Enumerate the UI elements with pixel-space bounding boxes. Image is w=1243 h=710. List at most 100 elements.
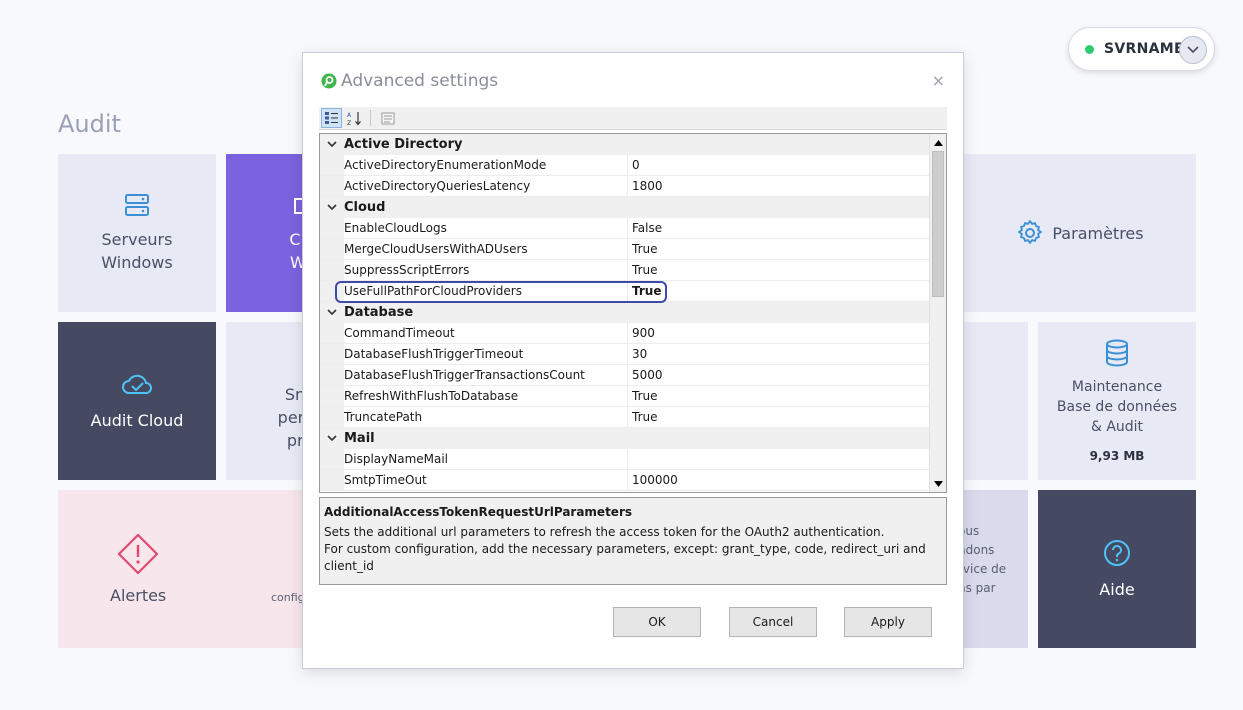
svg-text:A: A (347, 112, 352, 119)
category-name: Cloud (344, 200, 386, 215)
row-gutter (320, 239, 344, 259)
svg-text:Z: Z (347, 120, 351, 126)
tile-audit-cloud[interactable]: Audit Cloud (58, 322, 216, 480)
vertical-scrollbar[interactable] (929, 134, 946, 492)
property-value[interactable]: 30 (628, 347, 929, 361)
property-grid-toolbar: A Z (319, 107, 947, 130)
tile-label: Audit Cloud (90, 410, 184, 430)
tile-label: & Audit (1090, 419, 1144, 435)
property-value[interactable]: True (628, 284, 929, 298)
server-status-dot (1085, 44, 1094, 54)
tile-aide[interactable]: Aide (1038, 490, 1196, 648)
collapse-chevron-icon[interactable] (320, 309, 344, 316)
row-gutter (320, 365, 344, 385)
dialog-title: Advanced settings (341, 71, 499, 91)
description-line: Sets the additional url parameters to re… (324, 525, 885, 539)
description-line: For custom configuration, add the necess… (324, 542, 926, 573)
row-gutter (320, 386, 344, 406)
property-row[interactable]: DisplayNameMail (320, 449, 929, 470)
tile-parametres[interactable]: Paramètres (964, 154, 1196, 312)
database-icon (1106, 339, 1128, 367)
scroll-down-icon[interactable] (930, 475, 946, 492)
scroll-thumb[interactable] (932, 151, 944, 297)
row-gutter (320, 155, 344, 175)
row-gutter (320, 323, 344, 343)
categorized-view-icon[interactable] (321, 108, 342, 128)
tile-label: Maintenance (1071, 379, 1163, 395)
property-row[interactable]: EnableCloudLogs False (320, 218, 929, 239)
property-row[interactable]: ActiveDirectoryQueriesLatency 1800 (320, 176, 929, 197)
scroll-up-icon[interactable] (930, 134, 946, 151)
database-size: 9,93 MB (1089, 449, 1145, 463)
row-gutter (320, 281, 344, 301)
property-row[interactable]: MergeCloudUsersWithADUsers True (320, 239, 929, 260)
property-name: RefreshWithFlushToDatabase (344, 386, 628, 406)
toolbar-separator (370, 110, 371, 126)
property-value[interactable]: 100000 (628, 473, 929, 487)
property-row[interactable]: ActiveDirectoryEnumerationMode 0 (320, 155, 929, 176)
property-grid: Active Directory ActiveDirectoryEnumerati… (319, 133, 947, 493)
tile-label: Aide (1099, 579, 1135, 599)
cloud-check-icon (122, 374, 152, 394)
help-icon (1104, 539, 1130, 566)
ok-button[interactable]: OK (613, 607, 701, 637)
chevron-down-icon[interactable] (1179, 36, 1207, 64)
tile-label: Base de données (1056, 399, 1178, 415)
property-row[interactable]: SmtpTimeOut 100000 (320, 470, 929, 491)
property-name: DatabaseFlushTriggerTransactionsCount (344, 365, 628, 385)
property-row[interactable]: DatabaseFlushTriggerTransactionsCount 500… (320, 365, 929, 386)
description-title: AdditionalAccessTokenRequestUrlParameter… (324, 505, 633, 519)
property-value[interactable]: True (628, 410, 929, 424)
property-name: ActiveDirectoryEnumerationMode (344, 155, 628, 175)
property-value[interactable]: 1800 (628, 179, 929, 193)
property-row[interactable]: UseFullPathForCloudProviders True (320, 281, 929, 303)
cancel-button[interactable]: Cancel (729, 607, 817, 637)
row-gutter (320, 260, 344, 280)
property-row[interactable]: TruncatePath True (320, 407, 929, 428)
collapse-chevron-icon[interactable] (320, 204, 344, 211)
property-value[interactable]: True (628, 242, 929, 256)
property-value[interactable]: 900 (628, 326, 929, 340)
property-name: DatabaseFlushTriggerTimeout (344, 344, 628, 364)
property-value[interactable]: True (628, 389, 929, 403)
tile-maintenance[interactable]: Maintenance Base de données & Audit 9,93… (1038, 322, 1196, 480)
collapse-chevron-icon[interactable] (320, 435, 344, 442)
property-category[interactable]: Database (320, 302, 929, 323)
property-row[interactable]: SuppressScriptErrors True (320, 260, 929, 281)
property-name: TruncatePath (344, 407, 628, 427)
property-value[interactable]: 5000 (628, 368, 929, 382)
row-gutter (320, 449, 344, 469)
tile-label: Paramètres (1052, 223, 1144, 243)
dialog-title-bar: Advanced settings (321, 71, 498, 91)
row-gutter (320, 470, 344, 490)
tile-sublabel: config (271, 591, 305, 604)
property-row[interactable]: CommandTimeout 900 (320, 323, 929, 344)
property-category[interactable]: Active Directory (320, 134, 929, 155)
property-name: SuppressScriptErrors (344, 260, 628, 280)
tile-label: Windows (101, 253, 173, 272)
row-gutter (320, 344, 344, 364)
sort-alphabetical-icon[interactable]: A Z (344, 108, 365, 128)
category-name: Active Directory (344, 137, 463, 152)
property-name: DisplayNameMail (344, 449, 628, 469)
property-category[interactable]: Cloud (320, 197, 929, 218)
tile-serveurs-windows[interactable]: Serveurs Windows (58, 154, 216, 312)
gear-icon (1018, 220, 1043, 244)
category-name: Mail (344, 431, 375, 446)
collapse-chevron-icon[interactable] (320, 141, 344, 148)
property-row[interactable]: RefreshWithFlushToDatabase True (320, 386, 929, 407)
property-value[interactable]: 0 (628, 158, 929, 172)
close-icon[interactable]: × (932, 71, 945, 90)
property-pages-icon[interactable] (377, 108, 398, 128)
apply-button[interactable]: Apply (844, 607, 932, 637)
server-selector[interactable]: SVRNAME (1068, 27, 1215, 71)
property-name: ActiveDirectoryQueriesLatency (344, 176, 628, 196)
property-category[interactable]: Mail (320, 428, 929, 449)
tile-label: Serveurs (101, 230, 173, 249)
category-name: Database (344, 305, 414, 320)
property-row[interactable]: DatabaseFlushTriggerTimeout 30 (320, 344, 929, 365)
property-name: EnableCloudLogs (344, 218, 628, 238)
property-value[interactable]: True (628, 263, 929, 277)
tile-text: rvice de (958, 561, 1007, 576)
property-value[interactable]: False (628, 221, 929, 235)
